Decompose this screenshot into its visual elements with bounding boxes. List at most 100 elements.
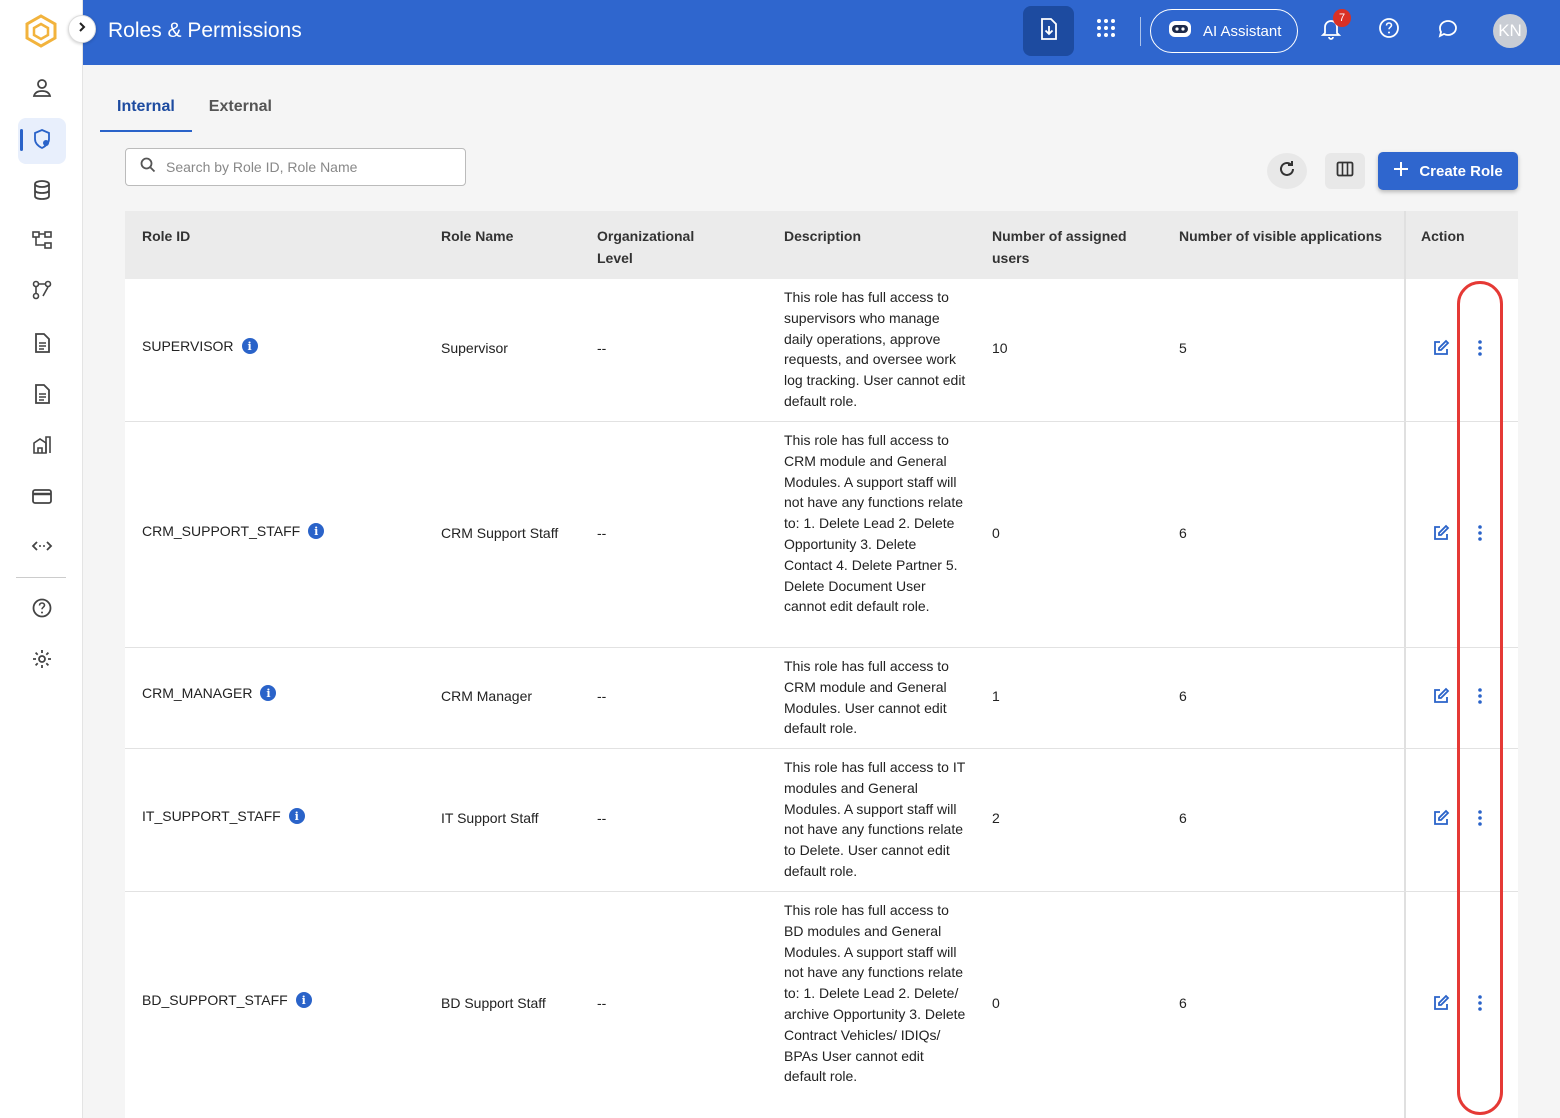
visible-apps: 6 (1179, 810, 1187, 826)
file-download-icon (1038, 17, 1060, 46)
visible-apps: 6 (1179, 995, 1187, 1011)
sidebar-item-workflow[interactable] (18, 269, 66, 315)
visible-apps: 6 (1179, 688, 1187, 704)
org-level: -- (597, 810, 607, 826)
more-options-button[interactable] (1469, 523, 1491, 545)
sidebar-item-roles[interactable] (18, 118, 66, 164)
action-column-divider (1404, 279, 1406, 421)
role-id-cell: CRM_SUPPORT_STAFF i (142, 523, 325, 539)
visible-apps: 5 (1179, 340, 1187, 356)
document-icon (31, 332, 53, 359)
column-header-description[interactable]: Description (784, 225, 861, 247)
sidebar-item-database[interactable] (18, 169, 66, 215)
role-description: This role has full access to IT modules … (784, 759, 966, 879)
table-row: SUPERVISOR i Supervisor -- This role has … (125, 279, 1518, 422)
refresh-icon (1277, 159, 1297, 184)
header-separator (1140, 17, 1141, 46)
column-header-assigned-users[interactable]: Number of assigned users (992, 225, 1142, 269)
role-id: IT_SUPPORT_STAFF (142, 808, 281, 824)
help-icon (31, 597, 53, 624)
user-icon (31, 77, 53, 104)
tab-internal[interactable]: Internal (100, 90, 192, 132)
shield-lock-icon (31, 128, 53, 155)
info-icon[interactable]: i (308, 523, 325, 539)
workflow-icon (31, 279, 53, 306)
sidebar-item-settings[interactable] (18, 638, 66, 684)
ai-assistant-button[interactable]: AI Assistant (1150, 9, 1298, 53)
action-column-divider (1404, 422, 1406, 647)
info-icon[interactable]: i (288, 808, 305, 824)
edit-role-button[interactable] (1430, 808, 1452, 830)
columns-button[interactable] (1325, 153, 1365, 189)
download-button[interactable] (1023, 6, 1074, 56)
edit-icon (1432, 687, 1450, 708)
more-options-button[interactable] (1469, 686, 1491, 708)
search-input[interactable] (166, 159, 446, 175)
robot-icon (1167, 18, 1193, 44)
sidebar-item-integrations[interactable] (18, 525, 66, 571)
org-level: -- (597, 340, 607, 356)
column-header-role-id[interactable]: Role ID (142, 225, 190, 247)
edit-role-button[interactable] (1430, 523, 1452, 545)
sidebar-item-help[interactable] (18, 587, 66, 633)
table-row: IT_SUPPORT_STAFF i IT Support Staff -- Th… (125, 749, 1518, 892)
plus-icon (1393, 161, 1409, 181)
sidebar-item-hierarchy[interactable] (18, 219, 66, 265)
search-icon (140, 157, 156, 178)
roles-table: Role ID Role Name Organizational Level D… (125, 211, 1518, 1118)
edit-icon (1432, 339, 1450, 360)
database-icon (31, 179, 53, 206)
column-header-org-level[interactable]: Organizational Level (597, 225, 717, 269)
action-column-divider (1404, 749, 1406, 891)
refresh-button[interactable] (1267, 153, 1307, 189)
role-id-cell: CRM_MANAGER i (142, 685, 277, 701)
action-column-divider (1404, 211, 1406, 279)
more-vertical-icon (1477, 994, 1483, 1015)
grid-dots-icon (1096, 18, 1116, 43)
more-vertical-icon (1477, 339, 1483, 360)
more-options-button[interactable] (1469, 808, 1491, 830)
role-name: CRM Support Staff (441, 525, 559, 541)
role-name: IT Support Staff (441, 810, 539, 826)
ai-assistant-label: AI Assistant (1203, 22, 1282, 40)
role-id: BD_SUPPORT_STAFF (142, 992, 288, 1008)
sidebar-item-analytics[interactable] (18, 424, 66, 470)
columns-icon (1336, 160, 1354, 183)
role-id-cell: IT_SUPPORT_STAFF i (142, 808, 305, 824)
column-header-role-name[interactable]: Role Name (441, 225, 513, 247)
help-button[interactable] (1373, 14, 1405, 46)
more-options-button[interactable] (1469, 338, 1491, 360)
notification-badge: 7 (1333, 9, 1351, 27)
apps-grid-button[interactable] (1090, 14, 1122, 46)
more-vertical-icon (1477, 687, 1483, 708)
action-column-divider (1404, 892, 1406, 1118)
file-text-icon (31, 383, 53, 410)
sidebar-expand-button[interactable] (68, 15, 96, 43)
edit-icon (1432, 809, 1450, 830)
app-logo-icon[interactable] (24, 14, 58, 48)
info-icon[interactable]: i (241, 338, 258, 354)
edit-icon (1432, 524, 1450, 545)
edit-role-button[interactable] (1430, 993, 1452, 1015)
more-options-button[interactable] (1469, 993, 1491, 1015)
role-tabs: Internal External (100, 90, 289, 132)
column-header-visible-apps[interactable]: Number of visible applications (1179, 225, 1382, 247)
sidebar-item-reports[interactable] (18, 373, 66, 419)
info-icon[interactable]: i (260, 685, 277, 701)
chat-button[interactable] (1432, 14, 1464, 46)
help-icon (1378, 17, 1400, 44)
chat-bubbles-icon (1436, 17, 1460, 44)
role-name: BD Support Staff (441, 995, 546, 1011)
create-role-button[interactable]: Create Role (1378, 152, 1518, 190)
user-avatar[interactable]: KN (1493, 14, 1527, 48)
table-row: CRM_SUPPORT_STAFF i CRM Support Staff -- … (125, 422, 1518, 648)
edit-role-button[interactable] (1430, 338, 1452, 360)
edit-icon (1432, 994, 1450, 1015)
sidebar-item-users[interactable] (18, 67, 66, 113)
tab-external[interactable]: External (192, 90, 289, 132)
sidebar-item-documents[interactable] (18, 322, 66, 368)
edit-role-button[interactable] (1430, 686, 1452, 708)
info-icon[interactable]: i (295, 992, 312, 1008)
gear-icon (31, 648, 53, 675)
sidebar-item-billing[interactable] (18, 475, 66, 521)
